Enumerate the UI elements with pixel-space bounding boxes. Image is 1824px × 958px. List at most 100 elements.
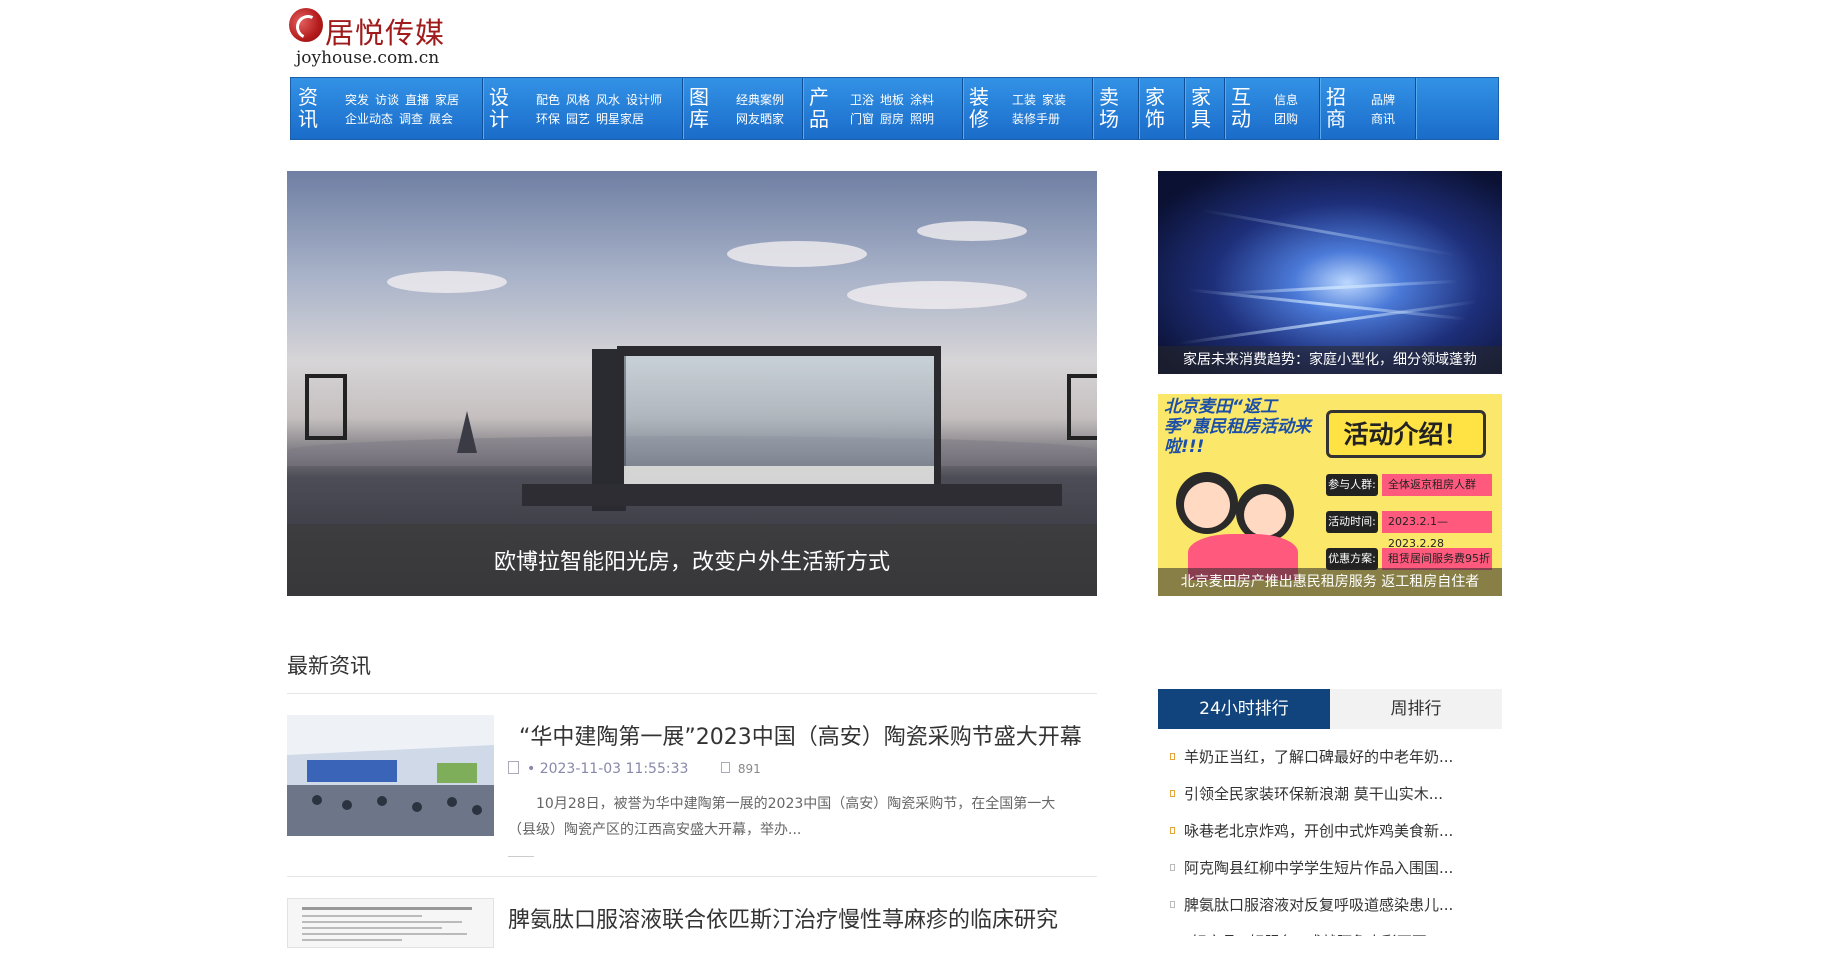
nav-links-sheji: 配色 风格 风水 设计师 环保 园艺 明星家居 <box>536 91 668 129</box>
ranking-item-text[interactable]: 引领全民家装环保新浪潮 莫干山实木... <box>1184 776 1443 813</box>
nav-link[interactable]: 工装 <box>1012 93 1036 107</box>
nav-category-maichang[interactable]: 卖场 <box>1098 86 1120 130</box>
nav-category-sheji[interactable]: 设计 <box>488 86 510 130</box>
bullet-icon <box>1170 827 1175 834</box>
bullet-icon <box>1170 901 1175 908</box>
tab-weekly[interactable]: 周排行 <box>1330 689 1502 729</box>
nav-link[interactable]: 门窗 <box>850 112 874 126</box>
cloud-shape <box>727 241 867 267</box>
ranking-item[interactable]: “好产品+好服务” 成就阿鲁山彩石瓦... <box>1158 924 1502 936</box>
nav-link[interactable]: 风水 <box>596 93 620 107</box>
tab-24h[interactable]: 24小时排行 <box>1158 689 1330 729</box>
site-logo[interactable]: 居悦传媒 joyhouse.com.cn <box>289 6 489 70</box>
ranking-item-text[interactable]: 咏巷老北京炸鸡，开创中式炸鸡美食新... <box>1184 813 1453 850</box>
news-summary: 10月28日，被誉为华中建陶第一展的2023中国（高安）陶瓷采购节，在全国第一大… <box>508 796 1056 838</box>
hero-prev-arrow-icon[interactable] <box>305 374 347 440</box>
news-thumbnail-graphic <box>302 907 472 941</box>
ranking-item[interactable]: 脾氨肽口服溶液对反复呼吸道感染患儿... <box>1158 887 1502 924</box>
nav-link[interactable]: 经典案例 <box>736 93 784 107</box>
ranking-item-text[interactable]: 羊奶正当红，了解口碑最好的中老年奶... <box>1184 739 1453 776</box>
hero-next-arrow-icon[interactable] <box>1067 374 1097 440</box>
nav-link[interactable]: 风格 <box>566 93 590 107</box>
news-thumbnail[interactable] <box>287 898 494 948</box>
bullet-icon <box>1170 864 1175 871</box>
nav-link[interactable]: 调查 <box>399 112 423 126</box>
ranking-item[interactable]: 阿克陶县红柳中学学生短片作品入围国... <box>1158 850 1502 887</box>
nav-link[interactable]: 直播 <box>405 93 429 107</box>
news-item: 脾氨肽口服溶液联合依匹斯汀治疗慢性荨麻疹的临床研究 <box>287 898 1097 958</box>
nav-link[interactable]: 地板 <box>880 93 904 107</box>
nav-link[interactable]: 装修手册 <box>1012 112 1060 126</box>
nav-group-sheji: 设计 配色 风格 风水 设计师 环保 园艺 明星家居 <box>482 78 683 139</box>
ranking-item[interactable]: 咏巷老北京炸鸡，开创中式炸鸡美食新... <box>1158 813 1502 850</box>
nav-link[interactable]: 园艺 <box>566 112 590 126</box>
side-feature-2-caption[interactable]: 北京麦田房产推出惠民租房服务 返工租房自住者 <box>1158 568 1502 596</box>
nav-category-chanpin[interactable]: 产品 <box>808 86 830 130</box>
nav-link[interactable]: 信息 <box>1274 93 1298 107</box>
divider <box>287 876 1097 877</box>
nav-link[interactable]: 家装 <box>1042 93 1066 107</box>
side-feature-2[interactable]: 北京麦田“返工季”惠民租房活动来啦!!! 活动介绍！ 参与人群: 全体返京租房人… <box>1158 394 1502 596</box>
side-feature-1[interactable]: 家居未来消费趋势：家庭小型化，细分领域蓬勃 <box>1158 171 1502 374</box>
illustration-face <box>1244 494 1286 536</box>
cloud-shape <box>917 221 1027 241</box>
news-title[interactable]: 脾氨肽口服溶液联合依匹斯汀治疗慢性荨麻疹的临床研究 <box>508 902 1058 934</box>
cloud-shape <box>847 281 1027 309</box>
nav-category-jiashi[interactable]: 家饰 <box>1144 86 1166 130</box>
light-streak <box>1179 300 1477 345</box>
ranking-item[interactable]: 羊奶正当红，了解口碑最好的中老年奶... <box>1158 739 1502 776</box>
news-title[interactable]: “华中建陶第一展”2023中国（高安）陶瓷采购节盛大开幕 <box>519 719 1082 751</box>
nav-link[interactable]: 环保 <box>536 112 560 126</box>
nav-category-zhuangxiu[interactable]: 装修 <box>968 86 990 130</box>
nav-link[interactable]: 团购 <box>1274 112 1298 126</box>
latest-news-heading: 最新资讯 <box>287 654 371 678</box>
nav-link[interactable]: 网友晒家 <box>736 112 784 126</box>
banner-row: 优惠方案: 租赁居间服务费95折 <box>1326 548 1498 570</box>
banner-row: 参与人群: 全体返京租房人群 <box>1326 474 1498 496</box>
hero-caption-bar: 欧博拉智能阳光房，改变户外生活新方式 <box>287 524 1097 596</box>
logo-text-en: joyhouse.com.cn <box>296 48 440 68</box>
ranking-item[interactable]: 引领全民家装环保新浪潮 莫干山实木... <box>1158 776 1502 813</box>
ranking-item-text[interactable]: 阿克陶县红柳中学学生短片作品入围国... <box>1184 850 1453 887</box>
nav-group-jiaju: 家具 <box>1184 78 1225 139</box>
nav-link[interactable]: 家居 <box>435 93 459 107</box>
banner-row-key: 参与人群: <box>1326 474 1378 496</box>
main-nav: 资讯 突发 访谈 直播 家居 企业动态 调查 展会 设计 配色 风格 风水 设计师 环保 园艺 明星… <box>290 77 1499 140</box>
nav-links-zhaoshang: 品牌 商讯 <box>1371 91 1401 129</box>
nav-link[interactable]: 企业动态 <box>345 112 393 126</box>
light-streak <box>1218 279 1458 296</box>
ranking-tabs: 24小时排行 周排行 <box>1158 689 1502 729</box>
nav-links-chanpin: 卫浴 地板 涂料 门窗 厨房 照明 <box>850 91 940 129</box>
nav-link[interactable]: 突发 <box>345 93 369 107</box>
ranking-item-text[interactable]: “好产品+好服务” 成就阿鲁山彩石瓦... <box>1184 924 1441 936</box>
ranking-item-text[interactable]: 脾氨肽口服溶液对反复呼吸道感染患儿... <box>1184 887 1453 924</box>
nav-links-zixun: 突发 访谈 直播 家居 企业动态 调查 展会 <box>345 91 465 129</box>
nav-link[interactable]: 访谈 <box>375 93 399 107</box>
nav-link[interactable]: 商讯 <box>1371 112 1395 126</box>
deck-shape <box>522 484 1062 506</box>
nav-link[interactable]: 明星家居 <box>596 112 644 126</box>
nav-link[interactable]: 照明 <box>910 112 934 126</box>
logo-mark-icon <box>289 8 323 42</box>
clock-icon <box>508 761 519 774</box>
nav-category-jiaju[interactable]: 家具 <box>1190 86 1212 130</box>
nav-links-hudong: 信息 团购 <box>1274 91 1304 129</box>
side-feature-1-caption[interactable]: 家居未来消费趋势：家庭小型化，细分领域蓬勃 <box>1158 346 1502 374</box>
hero-slider[interactable]: 欧博拉智能阳光房，改变户外生活新方式 <box>287 171 1097 596</box>
nav-link[interactable]: 展会 <box>429 112 453 126</box>
hero-caption[interactable]: 欧博拉智能阳光房，改变户外生活新方式 <box>287 544 1097 576</box>
nav-group-zhaoshang: 招商 品牌 商讯 <box>1319 78 1416 139</box>
nav-category-zhaoshang[interactable]: 招商 <box>1325 86 1347 130</box>
nav-link[interactable]: 厨房 <box>880 112 904 126</box>
nav-link[interactable]: 涂料 <box>910 93 934 107</box>
nav-category-tuku[interactable]: 图库 <box>688 86 710 130</box>
news-date: • 2023-11-03 11:55:33 <box>527 761 689 777</box>
nav-link[interactable]: 卫浴 <box>850 93 874 107</box>
nav-category-zixun[interactable]: 资讯 <box>297 86 319 130</box>
nav-link[interactable]: 配色 <box>536 93 560 107</box>
nav-links-tuku: 经典案例 网友晒家 <box>736 91 790 129</box>
news-thumbnail[interactable] <box>287 715 494 836</box>
nav-link[interactable]: 品牌 <box>1371 93 1395 107</box>
nav-link[interactable]: 设计师 <box>626 93 662 107</box>
nav-category-hudong[interactable]: 互动 <box>1230 86 1252 130</box>
